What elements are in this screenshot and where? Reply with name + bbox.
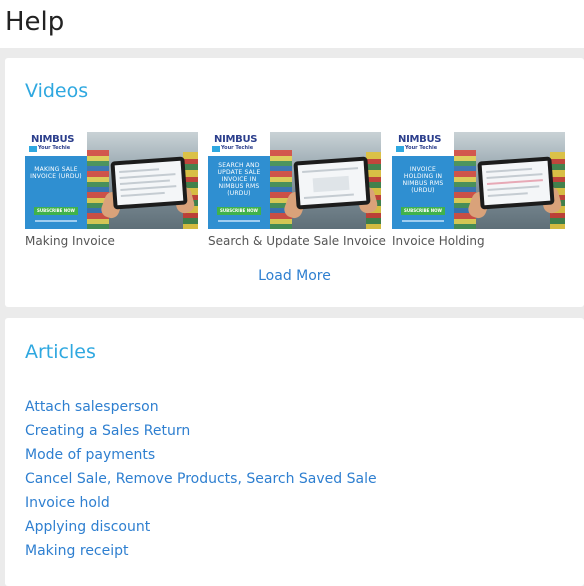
articles-card: Articles Attach salesperson Creating a S… [5,318,584,586]
page-title: Help [5,7,65,37]
load-more-link[interactable]: Load More [5,268,584,284]
brand-panel: NIMBUS Your Techie SEARCH AND UPDATE SAL… [208,132,270,229]
video-tile-search-update[interactable]: NIMBUS Your Techie SEARCH AND UPDATE SAL… [208,132,386,248]
nimbus-logo: NIMBUS [31,134,75,145]
article-link[interactable]: Invoice hold [25,491,377,515]
chat-icon [212,146,220,152]
article-link[interactable]: Applying discount [25,515,377,539]
subscribe-badge: SUBSCRIBE NOW [401,207,445,215]
video-thumbnail[interactable]: NIMBUS Your Techie SEARCH AND UPDATE SAL… [208,132,381,229]
brand-panel: NIMBUS Your Techie INVOICE HOLDING IN NI… [392,132,454,229]
tablet-image [110,156,188,210]
thumb-title: MAKING SALE INVOICE (URDU) [30,166,82,180]
article-link[interactable]: Attach salesperson [25,395,377,419]
articles-list: Attach salesperson Creating a Sales Retu… [25,395,377,563]
article-link[interactable]: Creating a Sales Return [25,419,377,443]
page-header: Help [0,0,584,48]
brand-panel: NIMBUS Your Techie MAKING SALE INVOICE (… [25,132,87,229]
videos-card: Videos NIMBUS Your Techie MAKING SALE IN… [5,58,584,307]
articles-heading: Articles [25,341,96,363]
video-caption: Invoice Holding [392,234,485,248]
nimbus-logo: NIMBUS [398,134,442,145]
subscribe-badge: SUBSCRIBE NOW [217,207,261,215]
video-caption: Search & Update Sale Invoice [208,234,386,248]
thumb-title: INVOICE HOLDING IN NIMBUS RMS (URDU) [402,166,444,194]
tablet-image [293,156,371,210]
tablet-image [477,156,555,210]
video-thumbnail[interactable]: NIMBUS Your Techie INVOICE HOLDING IN NI… [392,132,565,229]
videos-heading: Videos [25,80,89,102]
chat-icon [396,146,404,152]
article-link[interactable]: Making receipt [25,539,377,563]
video-tile-invoice-holding[interactable]: NIMBUS Your Techie INVOICE HOLDING IN NI… [392,132,565,248]
article-link[interactable]: Cancel Sale, Remove Products, Search Sav… [25,467,377,491]
nimbus-logo: NIMBUS [214,134,258,145]
video-thumbnail[interactable]: NIMBUS Your Techie MAKING SALE INVOICE (… [25,132,198,229]
thumb-title: SEARCH AND UPDATE SALE INVOICE IN NIMBUS… [217,162,261,197]
article-link[interactable]: Mode of payments [25,443,377,467]
chat-icon [29,146,37,152]
video-caption: Making Invoice [25,234,115,248]
subscribe-badge: SUBSCRIBE NOW [34,207,78,215]
video-tile-making-invoice[interactable]: NIMBUS Your Techie MAKING SALE INVOICE (… [25,132,198,248]
